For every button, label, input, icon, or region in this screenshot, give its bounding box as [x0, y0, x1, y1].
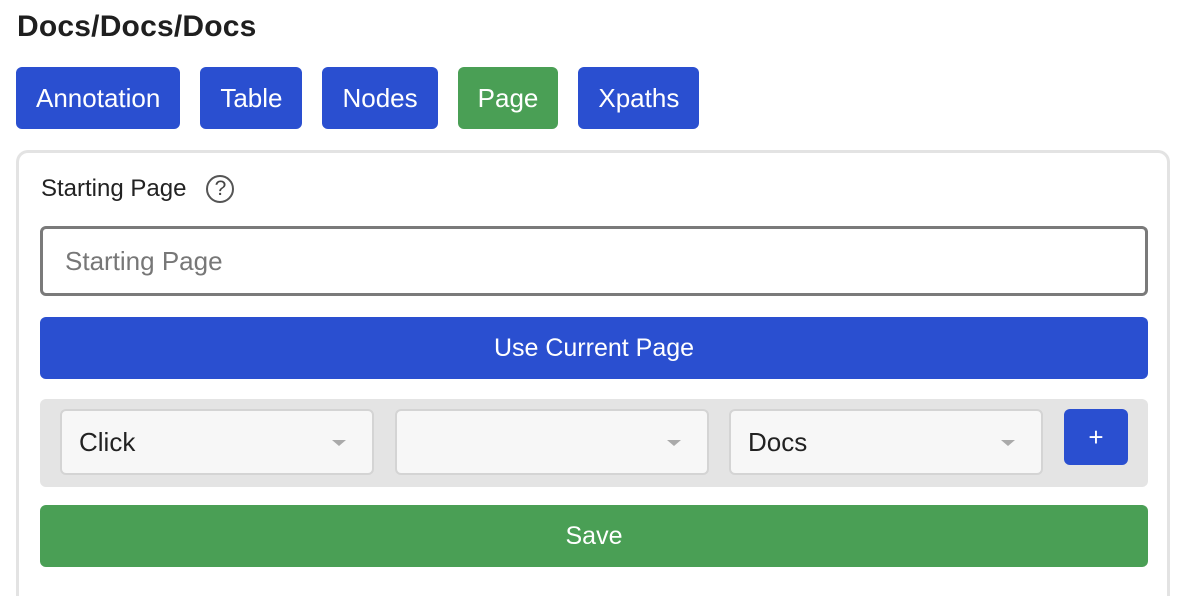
help-icon[interactable]: ?: [206, 175, 235, 203]
action-value-select[interactable]: Docs: [729, 409, 1043, 475]
tab-table[interactable]: Table: [200, 67, 303, 129]
tab-annotation[interactable]: Annotation: [16, 67, 181, 129]
action-type-select[interactable]: Click: [60, 409, 374, 475]
action-row: Click Docs +: [40, 399, 1148, 487]
starting-page-input[interactable]: [40, 226, 1148, 296]
tab-bar: Annotation Table Nodes Page Xpaths: [16, 67, 700, 129]
chevron-down-icon: [1001, 440, 1015, 446]
action-target-select[interactable]: [395, 409, 709, 475]
action-value-value: Docs: [748, 426, 808, 457]
chevron-down-icon: [332, 440, 346, 446]
chevron-down-icon: [667, 440, 681, 446]
use-current-page-button[interactable]: Use Current Page: [40, 317, 1148, 379]
save-button[interactable]: Save: [40, 505, 1148, 567]
page-settings-panel: Starting Page ? Use Current Page Click D…: [16, 150, 1170, 596]
action-type-value: Click: [79, 426, 136, 457]
add-action-button[interactable]: +: [1064, 409, 1128, 465]
page-title: Docs/Docs/Docs: [17, 10, 257, 43]
tab-xpaths[interactable]: Xpaths: [578, 67, 700, 129]
starting-page-label: Starting Page: [41, 175, 187, 202]
tab-nodes[interactable]: Nodes: [322, 67, 438, 129]
starting-page-label-row: Starting Page ?: [41, 175, 235, 203]
tab-page[interactable]: Page: [457, 67, 559, 129]
